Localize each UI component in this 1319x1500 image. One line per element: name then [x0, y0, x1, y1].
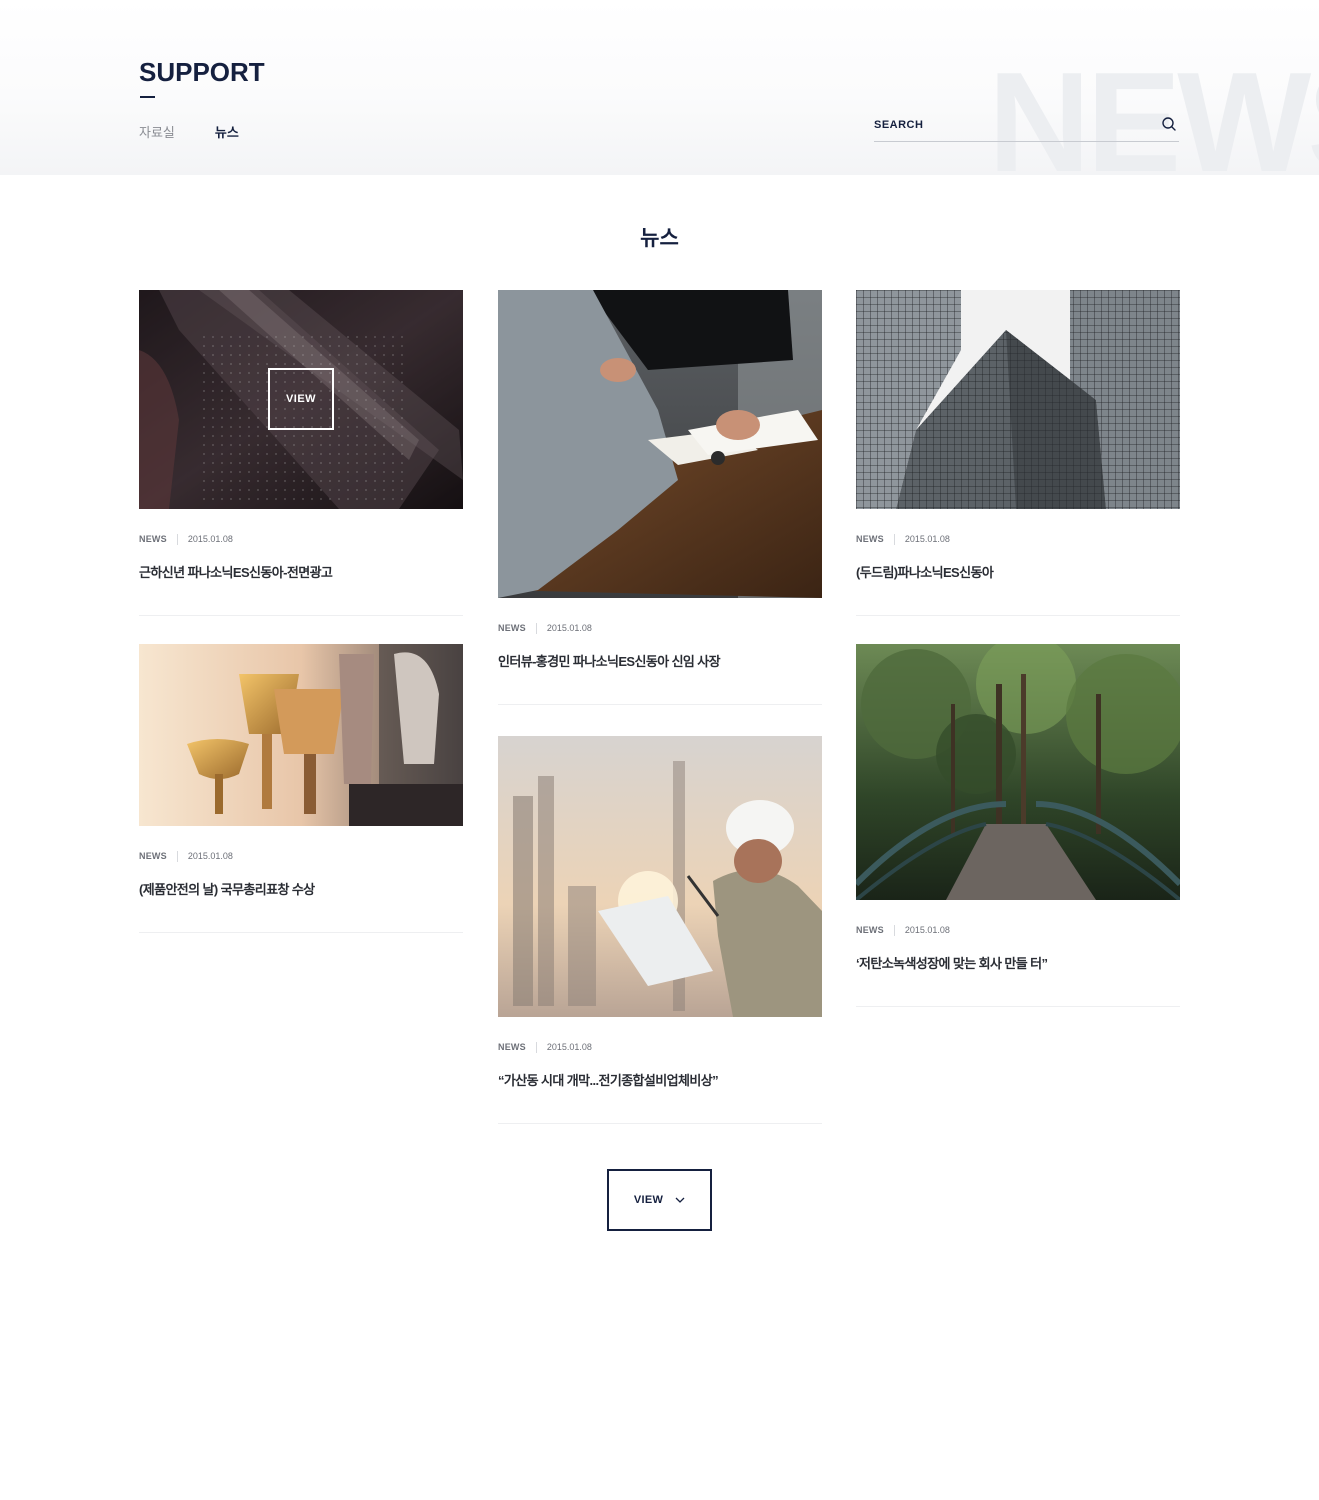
news-card[interactable]: NEWS 2015.01.08 “가산동 시대 개막...전기종합설비업체비상”: [498, 736, 822, 1124]
meta-divider: [893, 533, 895, 545]
news-thumbnail[interactable]: [856, 644, 1180, 900]
news-date: 2015.01.08: [904, 925, 950, 935]
news-date: 2015.01.08: [187, 851, 233, 861]
card-divider: [498, 1123, 822, 1124]
news-meta: NEWS 2015.01.08: [498, 1041, 822, 1053]
section-title: SUPPORT: [139, 57, 265, 87]
news-meta: NEWS 2015.01.08: [139, 533, 463, 545]
meta-divider: [535, 1041, 537, 1053]
search-box: [874, 112, 1179, 142]
news-card[interactable]: NEWS 2015.01.08 (두드림)파나소닉ES신동아: [856, 290, 1180, 616]
trophy-photo-icon: [139, 644, 463, 826]
news-thumbnail[interactable]: [498, 736, 822, 1017]
title-underline: [140, 96, 155, 98]
meta-divider: [893, 924, 895, 936]
chevron-down-icon: [675, 1197, 685, 1203]
news-date: 2015.01.08: [546, 1042, 592, 1052]
news-category: NEWS: [139, 851, 167, 861]
news-title[interactable]: “가산동 시대 개막...전기종합설비업체비상”: [498, 1070, 822, 1089]
news-card[interactable]: NEWS 2015.01.08 ‘저탄소녹색성장에 맞는 회사 만들 터”: [856, 644, 1180, 1007]
skyscraper-photo-icon: [856, 290, 1180, 509]
card-divider: [856, 615, 1180, 616]
news-meta: NEWS 2015.01.08: [139, 850, 463, 862]
news-title[interactable]: 인터뷰-홍경민 파나소닉ES신동아 신임 사장: [498, 651, 822, 670]
sub-nav-item-archive[interactable]: 자료실: [139, 122, 175, 141]
meta-divider: [176, 533, 178, 545]
card-divider: [856, 1006, 1180, 1007]
forest-bridge-photo-icon: [856, 644, 1180, 900]
news-thumbnail[interactable]: [856, 290, 1180, 509]
meeting-photo-icon: [498, 290, 822, 598]
card-divider: [498, 704, 822, 705]
card-divider: [139, 615, 463, 616]
view-overlay-label[interactable]: VIEW: [268, 368, 334, 430]
news-title[interactable]: (두드림)파나소닉ES신동아: [856, 562, 1180, 581]
news-category: NEWS: [139, 534, 167, 544]
news-thumbnail[interactable]: VIEW: [139, 290, 463, 509]
news-meta: NEWS 2015.01.08: [498, 622, 822, 634]
news-meta: NEWS 2015.01.08: [856, 533, 1180, 545]
news-date: 2015.01.08: [187, 534, 233, 544]
news-category: NEWS: [856, 925, 884, 935]
search-icon[interactable]: [1161, 116, 1177, 132]
news-date: 2015.01.08: [546, 623, 592, 633]
news-title[interactable]: (제품안전의 날) 국무총리표창 수상: [139, 879, 463, 898]
news-card[interactable]: NEWS 2015.01.08 인터뷰-홍경민 파나소닉ES신동아 신임 사장: [498, 290, 822, 705]
news-card[interactable]: NEWS 2015.01.08 (제품안전의 날) 국무총리표창 수상: [139, 644, 463, 933]
page-header: NEWS SUPPORT 자료실 뉴스: [0, 0, 1319, 175]
page-title: 뉴스: [640, 227, 679, 250]
news-title[interactable]: 근하신년 파나소닉ES신동아-전면광고: [139, 562, 463, 581]
news-card[interactable]: VIEW NEWS 2015.01.08 근하신년 파나소닉ES신동아-전면광고: [139, 290, 463, 616]
engineer-photo-icon: [498, 736, 822, 1017]
view-more-label: VIEW: [633, 1194, 664, 1206]
news-date: 2015.01.08: [904, 534, 950, 544]
meta-divider: [535, 622, 537, 634]
news-category: NEWS: [856, 534, 884, 544]
sub-nav-item-news[interactable]: 뉴스: [215, 122, 239, 141]
news-title[interactable]: ‘저탄소녹색성장에 맞는 회사 만들 터”: [856, 953, 1180, 972]
news-thumbnail[interactable]: [498, 290, 822, 598]
news-category: NEWS: [498, 623, 526, 633]
view-more-button[interactable]: VIEW: [607, 1169, 712, 1231]
news-category: NEWS: [498, 1042, 526, 1052]
card-divider: [139, 932, 463, 933]
sub-navigation: 자료실 뉴스: [139, 122, 279, 141]
news-meta: NEWS 2015.01.08: [856, 924, 1180, 936]
search-input[interactable]: [874, 112, 1144, 138]
meta-divider: [176, 850, 178, 862]
news-thumbnail[interactable]: [139, 644, 463, 826]
